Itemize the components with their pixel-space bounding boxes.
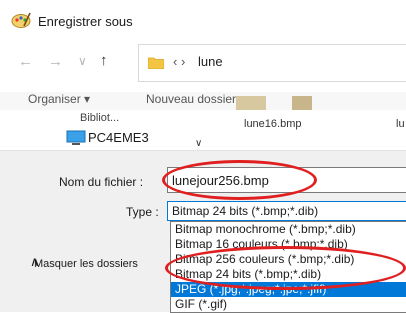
new-folder-button[interactable]: Nouveau dossier	[146, 92, 236, 106]
file-thumbnail[interactable]	[236, 96, 266, 110]
filename-label: Nom du fichier :	[59, 175, 144, 189]
file-item-partial[interactable]: lu	[396, 118, 405, 130]
file-item-lune16[interactable]: lune16.bmp	[244, 118, 302, 130]
chevron-down-icon[interactable]: ∨	[195, 138, 202, 149]
nav-item-libraries[interactable]: Bibliot...	[80, 112, 119, 124]
filetype-label: Type :	[126, 205, 159, 219]
organize-button[interactable]: Organiser ▾	[28, 92, 90, 106]
paint-app-icon	[11, 12, 31, 28]
breadcrumb-separators[interactable]: ‹ ›	[173, 54, 185, 69]
computer-icon	[66, 130, 86, 145]
file-list-area: PC4EME3	[0, 110, 406, 145]
filetype-option-gif[interactable]: GIF (*.gif)	[171, 297, 406, 312]
nav-item-pc[interactable]: PC4EME3	[88, 130, 149, 145]
back-arrow-icon[interactable]: ←	[18, 53, 33, 70]
forward-arrow-icon[interactable]: →	[48, 53, 63, 70]
filetype-option-monochrome[interactable]: Bitmap monochrome (*.bmp;*.dib)	[171, 222, 406, 237]
annotation-ellipse-filename	[162, 160, 317, 200]
window-title: Enregistrer sous	[38, 14, 133, 29]
title-bar: Enregistrer sous	[0, 0, 406, 40]
recent-locations-chevron-icon[interactable]: ∨	[78, 54, 87, 68]
annotation-ellipse-256-colors	[165, 246, 406, 290]
file-thumbnail[interactable]	[292, 96, 312, 110]
filetype-select[interactable]: Bitmap 24 bits (*.bmp;*.dib)	[167, 201, 406, 221]
address-bar[interactable]: ‹ › lune	[138, 44, 406, 82]
command-toolbar: Organiser ▾ Nouveau dossier	[0, 92, 406, 110]
hide-folders-button[interactable]: Masquer les dossiers	[34, 258, 138, 270]
up-arrow-icon[interactable]: ↑	[100, 52, 108, 69]
breadcrumb-lune[interactable]: lune	[198, 54, 223, 69]
folder-icon	[148, 57, 164, 69]
